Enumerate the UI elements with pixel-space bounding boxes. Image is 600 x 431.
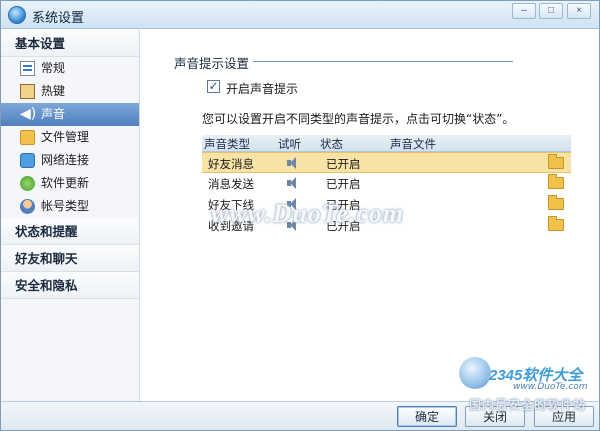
close-window-button[interactable]: × [567, 3, 591, 19]
watermark-slogan: 国内最安全的软件站 [469, 398, 587, 412]
speaker-icon: ◀) [20, 106, 37, 122]
enable-sound-label[interactable]: 开启声音提示 [226, 80, 298, 97]
sidebar-item-label: 常规 [41, 61, 66, 75]
ok-button[interactable]: 确定 [397, 406, 457, 427]
section-title: 声音提示设置 [174, 56, 250, 71]
sound-type-cell: 消息发送 [208, 177, 254, 191]
sidebar-item-label: 热键 [41, 84, 66, 98]
account-icon [20, 199, 35, 214]
update-icon [20, 176, 35, 191]
watermark-logo-icon [459, 357, 491, 389]
speaker-icon[interactable] [286, 175, 300, 191]
minimize-button[interactable]: – [512, 3, 536, 19]
folder-icon[interactable] [548, 174, 564, 189]
general-icon [20, 61, 35, 76]
sidebar-item-general[interactable]: 常规 [1, 57, 139, 80]
nav-group-security-privacy[interactable]: 安全和隐私 [1, 272, 139, 299]
sidebar-item-sound[interactable]: ◀) 声音 [1, 103, 139, 126]
column-header-sound-type[interactable]: 声音类型 [204, 136, 250, 152]
enable-sound-checkbox[interactable]: ✓ [207, 80, 220, 93]
sound-type-cell: 好友消息 [208, 157, 254, 171]
window-title: 系统设置 [32, 11, 85, 26]
folder-icon[interactable] [548, 195, 564, 210]
sidebar-item-software-update[interactable]: 软件更新 [1, 172, 139, 195]
nav-group-status-reminders[interactable]: 状态和提醒 [1, 218, 139, 245]
sidebar-item-account-type[interactable]: 帐号类型 [1, 195, 139, 218]
sidebar-item-file-management[interactable]: 文件管理 [1, 126, 139, 149]
title-bar: 系统设置 – □ × [1, 1, 599, 29]
app-logo-icon [8, 6, 26, 24]
nav-group-friends-chat[interactable]: 好友和聊天 [1, 245, 139, 272]
status-cell[interactable]: 已开启 [326, 156, 361, 172]
network-icon [20, 153, 35, 168]
folder-icon[interactable] [548, 216, 564, 231]
column-header-sound-file[interactable]: 声音文件 [390, 136, 436, 152]
sidebar-item-label: 声音 [41, 107, 66, 121]
column-header-status[interactable]: 状态 [320, 136, 343, 152]
settings-sidebar: 基本设置 常规 热键 ◀) 声音 文件管理 网络连接 软件更新 帐号类型 状态和… [1, 30, 140, 401]
hint-text: 您可以设置开启不同类型的声音提示，点击可切换“状态”。 [202, 112, 515, 126]
sidebar-item-label: 帐号类型 [41, 199, 90, 213]
folder-icon [20, 130, 35, 145]
column-header-preview[interactable]: 试听 [278, 136, 301, 152]
speaker-icon[interactable] [286, 155, 300, 171]
watermark-url: www.DuoTe.com [513, 382, 588, 392]
hotkey-icon [20, 84, 35, 99]
watermark-duote: www.DuoTe.com [211, 199, 405, 228]
maximize-button[interactable]: □ [539, 3, 563, 19]
status-cell[interactable]: 已开启 [326, 176, 361, 192]
table-row[interactable]: 消息发送 已开启 [202, 173, 571, 194]
nav-group-basic-settings[interactable]: 基本设置 [1, 30, 139, 57]
sidebar-item-label: 软件更新 [41, 176, 90, 190]
sidebar-item-hotkey[interactable]: 热键 [1, 80, 139, 103]
table-header: 声音类型 试听 状态 声音文件 [202, 135, 571, 152]
table-row[interactable]: 好友消息 已开启 [202, 152, 571, 173]
sidebar-item-network[interactable]: 网络连接 [1, 149, 139, 172]
sidebar-item-label: 文件管理 [41, 130, 90, 144]
sidebar-item-label: 网络连接 [41, 153, 90, 167]
settings-window: 系统设置 – □ × 基本设置 常规 热键 ◀) 声音 文件管理 网络连接 软件… [0, 0, 600, 431]
section-divider [253, 61, 513, 62]
folder-icon[interactable] [548, 154, 564, 169]
